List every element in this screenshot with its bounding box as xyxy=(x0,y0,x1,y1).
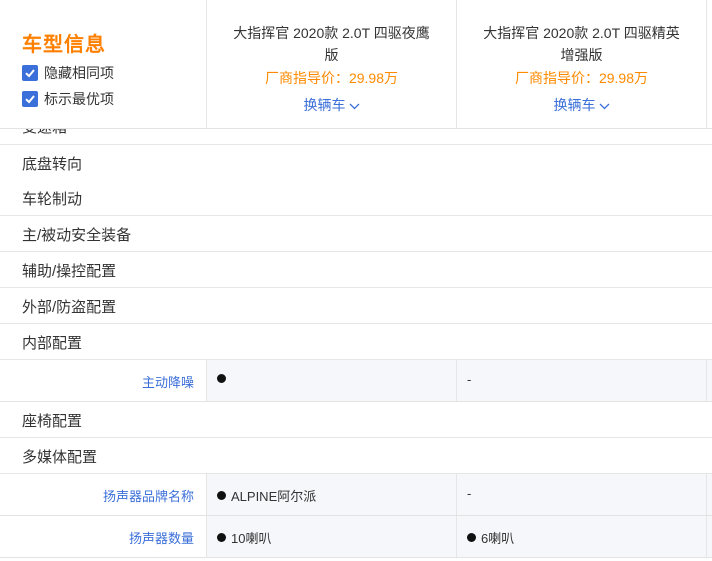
value-cell: 10喇叭 xyxy=(207,516,457,557)
section-safety[interactable]: 主/被动安全装备 xyxy=(0,216,712,252)
row-label[interactable]: 扬声器数量 xyxy=(129,528,194,547)
section-chassis[interactable]: 底盘转向 xyxy=(0,144,712,181)
standard-dot-icon xyxy=(217,533,226,542)
header-options: 车型信息 隐藏相同项 标示最优项 xyxy=(0,0,207,128)
row-label[interactable]: 主动降噪 xyxy=(142,372,194,391)
section-seats[interactable]: 座椅配置 xyxy=(0,402,712,438)
checkmark-icon xyxy=(22,65,38,81)
car-name[interactable]: 大指挥官 2020款 2.0T 四驱精英增强版 xyxy=(479,22,684,66)
car-price: 厂商指导价：29.98万 xyxy=(514,70,649,86)
table-row-speaker-count: 扬声器数量 10喇叭 6喇叭 xyxy=(0,516,712,558)
hide-same-label: 隐藏相同项 xyxy=(44,65,114,81)
standard-dot-icon xyxy=(217,491,226,500)
table-row-speaker-brand: 扬声器品牌名称 ALPINE阿尔派 - xyxy=(0,474,712,516)
value-cell: - xyxy=(457,474,707,515)
chevron-down-icon xyxy=(349,103,359,110)
car-column-1: 大指挥官 2020款 2.0T 四驱夜鹰版 厂商指导价：29.98万 换辆车 xyxy=(207,0,457,128)
value-label: ALPINE阿尔派 xyxy=(231,489,317,504)
switch-car-label: 换辆车 xyxy=(303,97,346,113)
mark-best-label: 标示最优项 xyxy=(44,91,114,107)
value-text xyxy=(217,372,231,387)
page-title: 车型信息 xyxy=(22,34,106,56)
checkmark-icon xyxy=(22,91,38,107)
value-cell xyxy=(207,360,457,401)
section-label: 底盘转向 xyxy=(22,156,83,173)
standard-dot-icon xyxy=(217,374,226,383)
row-label-cell: 主动降噪 xyxy=(0,360,207,401)
section-label: 车轮制动 xyxy=(22,191,83,208)
value-text: 6喇叭 xyxy=(467,528,514,547)
table-row-anc: 主动降噪 - xyxy=(0,360,712,402)
switch-car-button[interactable]: 换辆车 xyxy=(207,95,456,115)
compare-header: 车型信息 隐藏相同项 标示最优项 大指挥官 2020款 2.0T 四驱夜鹰版 厂… xyxy=(0,0,712,129)
car-name[interactable]: 大指挥官 2020款 2.0T 四驱夜鹰版 xyxy=(229,22,434,66)
value-cell: - xyxy=(457,360,707,401)
switch-car-button[interactable]: 换辆车 xyxy=(457,95,706,115)
value-label: 6喇叭 xyxy=(481,531,515,546)
section-label: 外部/防盗配置 xyxy=(22,299,117,316)
value-text: 10喇叭 xyxy=(217,528,271,547)
mark-best-checkbox[interactable]: 标示最优项 xyxy=(22,89,114,109)
section-assist[interactable]: 辅助/操控配置 xyxy=(0,252,712,288)
value-cell: ALPINE阿尔派 xyxy=(207,474,457,515)
section-wheels[interactable]: 车轮制动 xyxy=(0,180,712,216)
row-label-cell: 扬声器品牌名称 xyxy=(0,474,207,515)
car-price: 厂商指导价：29.98万 xyxy=(264,70,399,86)
section-label: 主/被动安全装备 xyxy=(22,227,132,244)
hide-same-checkbox[interactable]: 隐藏相同项 xyxy=(22,63,114,83)
row-label-cell: 扬声器数量 xyxy=(0,516,207,557)
section-exterior[interactable]: 外部/防盗配置 xyxy=(0,288,712,324)
value-text: - xyxy=(467,486,472,501)
row-label[interactable]: 扬声器品牌名称 xyxy=(103,486,194,505)
chevron-down-icon xyxy=(599,103,609,110)
section-multimedia[interactable]: 多媒体配置 xyxy=(0,438,712,474)
value-label: 10喇叭 xyxy=(231,531,272,546)
section-label: 座椅配置 xyxy=(22,413,83,430)
car-column-2: 大指挥官 2020款 2.0T 四驱精英增强版 厂商指导价：29.98万 换辆车 xyxy=(457,0,707,128)
section-interior[interactable]: 内部配置 xyxy=(0,324,712,360)
value-text: - xyxy=(467,372,472,387)
section-label: 内部配置 xyxy=(22,335,83,352)
standard-dot-icon xyxy=(467,533,476,542)
section-label: 多媒体配置 xyxy=(22,449,98,466)
value-text: ALPINE阿尔派 xyxy=(217,486,316,505)
switch-car-label: 换辆车 xyxy=(553,97,596,113)
value-cell: 6喇叭 xyxy=(457,516,707,557)
section-label: 辅助/操控配置 xyxy=(22,263,117,280)
